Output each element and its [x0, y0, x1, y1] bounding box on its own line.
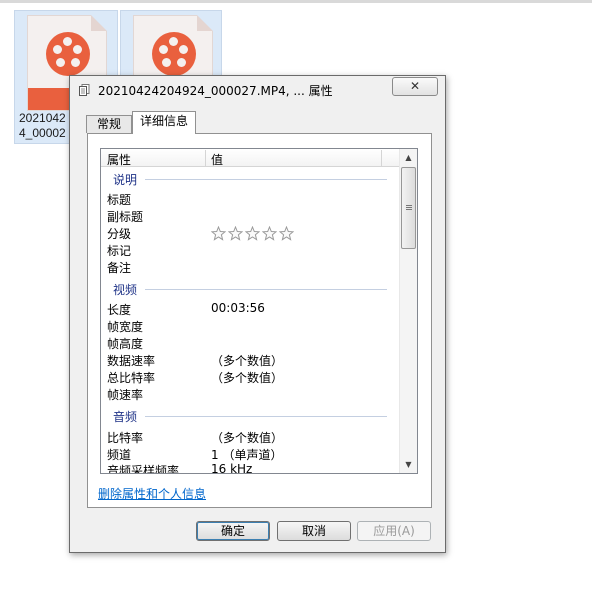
tab-details[interactable]: 详细信息 [132, 111, 196, 134]
list-item[interactable]: 总比特率 [107, 369, 155, 386]
star-icon[interactable] [279, 226, 294, 241]
file-properties-icon [79, 84, 90, 96]
scroll-down-arrow-icon[interactable]: ▼ [400, 456, 417, 473]
group-divider [145, 179, 387, 180]
ok-button[interactable]: 确定 [196, 521, 270, 541]
list-item[interactable]: 音频采样频率 [107, 462, 179, 473]
property-list[interactable]: 属性 值 说明 标题 副标题 分级 标记 备注 视频 长度 00:03:56 帧… [100, 148, 418, 474]
star-icon[interactable] [245, 226, 260, 241]
vertical-scrollbar[interactable]: ▲ ▼ [399, 149, 417, 473]
list-item[interactable]: 副标题 [107, 208, 143, 225]
list-item[interactable]: 标题 [107, 191, 131, 208]
star-icon[interactable] [211, 226, 226, 241]
group-divider [145, 416, 387, 417]
film-reel-icon [152, 32, 196, 76]
close-button[interactable]: ✕ [392, 77, 438, 96]
star-icon[interactable] [228, 226, 243, 241]
list-item[interactable]: 标记 [107, 242, 131, 259]
group-description: 说明 [113, 173, 138, 187]
close-icon: ✕ [409, 79, 421, 93]
column-header-property[interactable]: 属性 [107, 151, 131, 168]
star-icon[interactable] [262, 226, 277, 241]
details-panel: 属性 值 说明 标题 副标题 分级 标记 备注 视频 长度 00:03:56 帧… [87, 133, 432, 508]
list-item[interactable]: 帧高度 [107, 335, 143, 352]
list-item-value: （多个数值） [211, 431, 284, 445]
tab-general[interactable]: 常规 [86, 115, 132, 133]
list-item[interactable]: 帧速率 [107, 386, 143, 403]
scroll-up-arrow-icon[interactable]: ▲ [400, 149, 417, 166]
list-item[interactable]: 分级 [107, 225, 131, 242]
group-divider [145, 289, 387, 290]
list-item[interactable]: 数据速率 [107, 352, 155, 369]
list-item-value: （多个数值） [211, 354, 284, 368]
group-video: 视频 [113, 283, 138, 297]
list-item-value: 16 kHz [211, 462, 253, 474]
remove-properties-link[interactable]: 删除属性和个人信息 [98, 485, 206, 502]
scrollbar-thumb[interactable] [401, 167, 416, 249]
list-item[interactable]: 备注 [107, 259, 131, 276]
list-item-value: （多个数值） [211, 371, 284, 385]
list-item-value: 1 （单声道） [211, 448, 283, 462]
group-audio: 音频 [113, 410, 138, 424]
properties-dialog: 20210424204924_000027.MP4, ... 属性 ✕ 常规 详… [69, 75, 446, 553]
list-item[interactable]: 频道 [107, 446, 131, 463]
list-header: 属性 值 [101, 149, 399, 167]
apply-button[interactable]: 应用(A) [357, 521, 431, 541]
film-reel-icon [46, 32, 90, 76]
column-header-value[interactable]: 值 [211, 151, 223, 168]
list-item[interactable]: 帧宽度 [107, 318, 143, 335]
dialog-title: 20210424204924_000027.MP4, ... 属性 [98, 84, 333, 98]
title-bar[interactable]: 20210424204924_000027.MP4, ... 属性 ✕ [70, 76, 445, 104]
cancel-button[interactable]: 取消 [277, 521, 351, 541]
rating-stars[interactable] [211, 226, 296, 244]
list-item[interactable]: 比特率 [107, 429, 143, 446]
window-top-edge [0, 0, 592, 3]
list-item[interactable]: 长度 [107, 301, 131, 318]
list-item-value: 00:03:56 [211, 301, 265, 315]
